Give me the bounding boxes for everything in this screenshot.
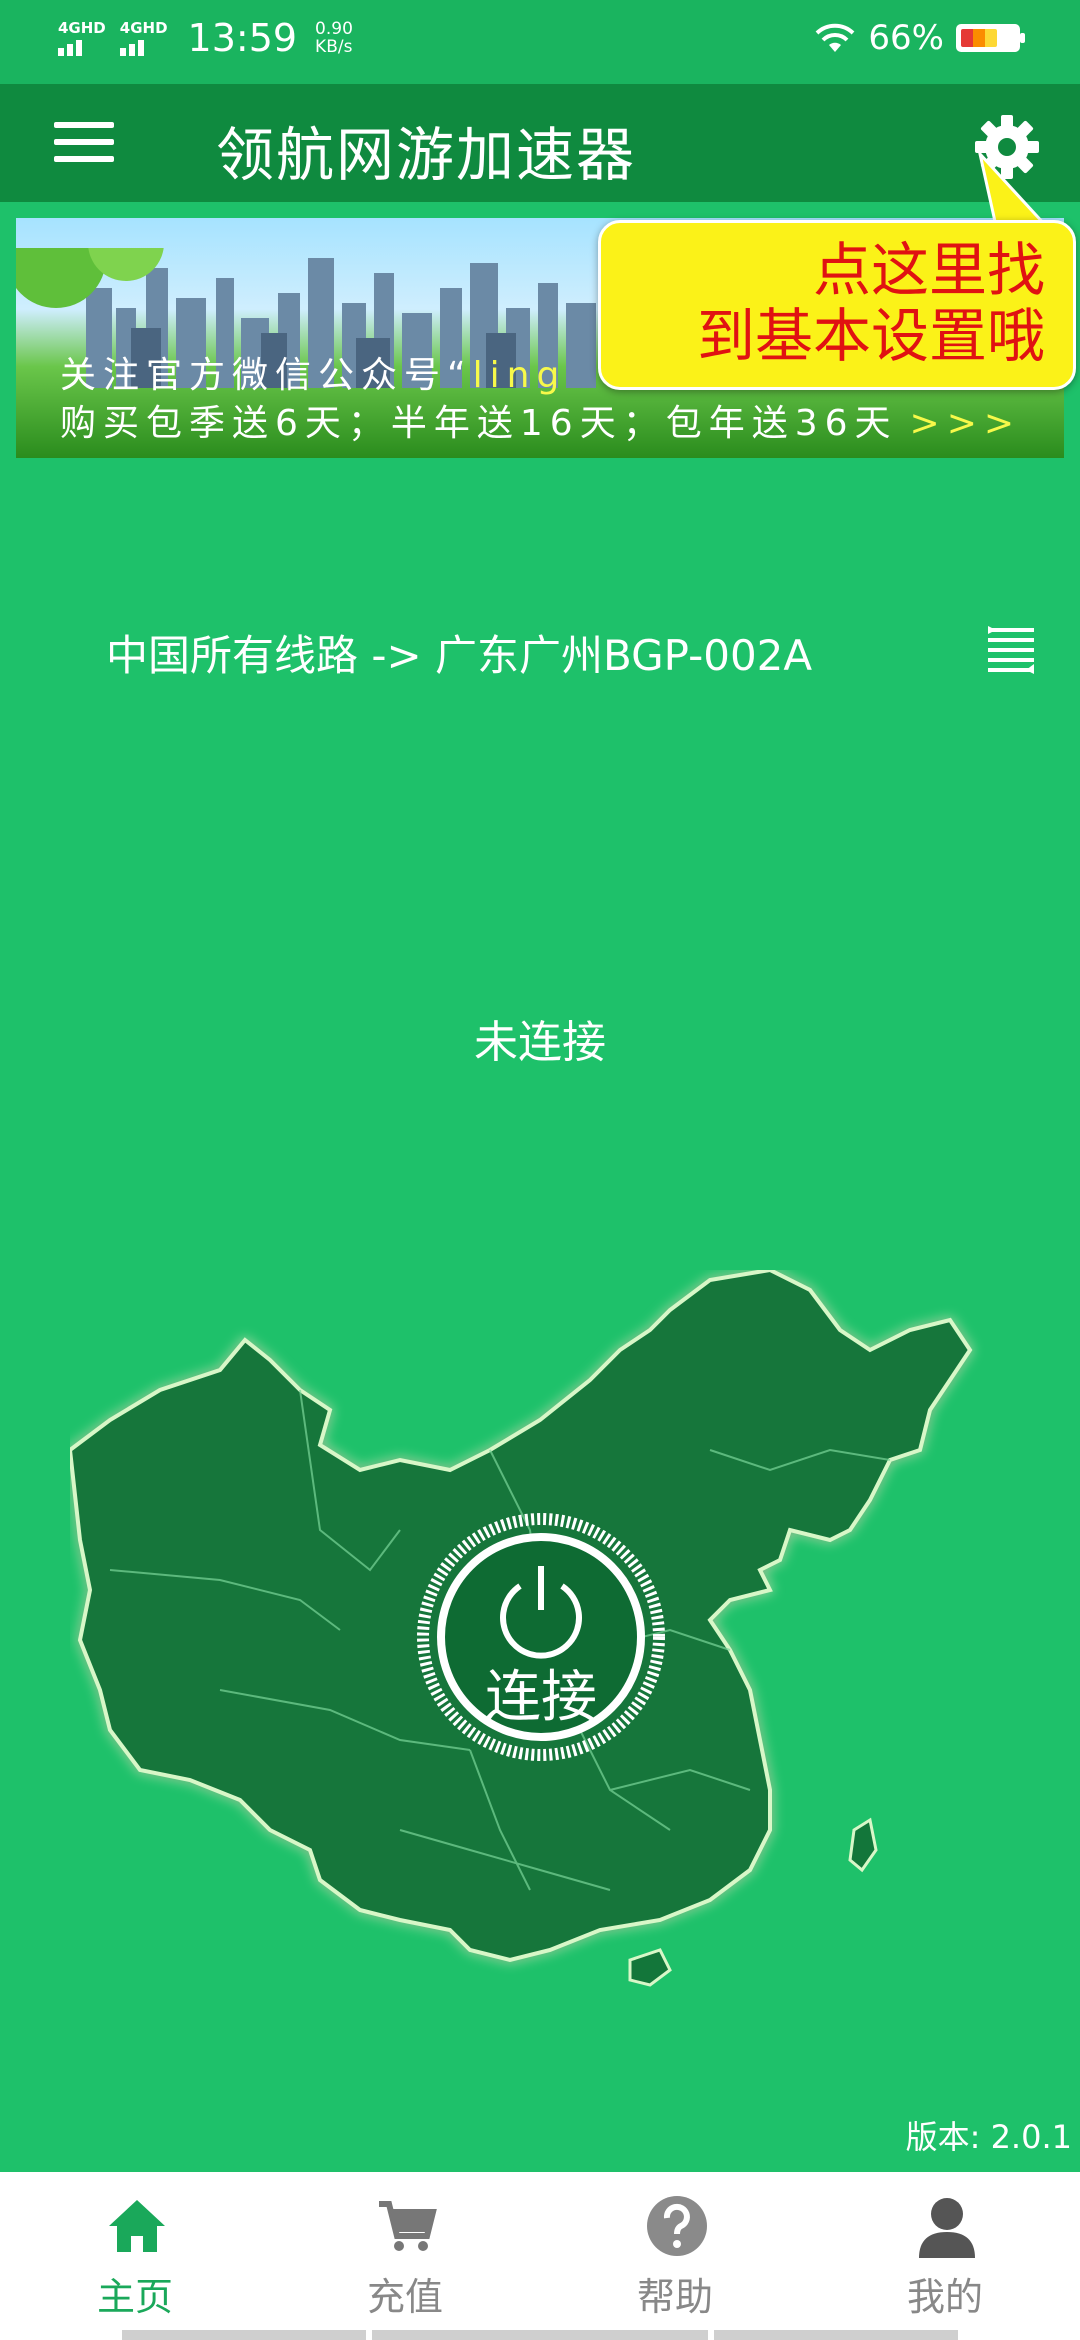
status-bar: 4GHD 4GHD 13:59 0.90 KB/s 66% <box>0 0 1080 84</box>
nav-recharge-label: 充值 <box>366 2275 443 2319</box>
hamburger-menu-icon[interactable] <box>54 122 114 166</box>
gesture-bar-segment <box>372 2330 708 2340</box>
banner-wechat-text: 关注官方微信公众号“ <box>60 355 473 396</box>
nav-home[interactable]: 主页 <box>0 2172 270 2340</box>
battery-icon <box>956 24 1025 52</box>
cart-icon <box>379 2201 437 2251</box>
wifi-icon <box>816 23 855 52</box>
connect-button[interactable]: 连接 <box>416 1512 666 1762</box>
network-type-1: 4GHD <box>58 18 106 37</box>
connect-label: 连接 <box>485 1665 597 1730</box>
status-right: 66% <box>814 18 1025 58</box>
nav-recharge[interactable]: 充值 <box>270 2172 540 2340</box>
connection-status: 未连接 <box>474 1017 606 1068</box>
tooltip-line-1: 点这里找 <box>812 236 1045 304</box>
speed-unit: KB/s <box>315 37 353 57</box>
nav-home-label: 主页 <box>96 2275 173 2319</box>
nav-mine[interactable]: 我的 <box>810 2172 1080 2340</box>
clock: 13:59 <box>187 16 298 60</box>
signal-2: 4GHD <box>119 18 168 56</box>
battery-percent: 66% <box>868 18 944 58</box>
signal-1: 4GHD <box>58 18 106 56</box>
gesture-bar-segment <box>122 2330 366 2340</box>
banner-promo-text: 购买包季送6天；半年送16天；包年送36天 <box>60 403 898 444</box>
tooltip-pointer <box>977 150 1050 228</box>
banner-more-chevrons: >>> <box>909 403 1022 444</box>
signal-bars-icon <box>58 39 82 56</box>
nav-help-label: 帮助 <box>636 2275 713 2319</box>
nav-mine-label: 我的 <box>906 2275 983 2319</box>
user-icon <box>919 2198 975 2258</box>
route-selector[interactable]: 中国所有线路 -> 广东广州BGP-002A <box>106 622 812 683</box>
help-icon <box>647 2196 707 2256</box>
app-title: 领航网游加速器 <box>216 121 637 189</box>
status-left: 4GHD 4GHD 13:59 0.90 KB/s <box>58 16 353 60</box>
speed-value: 0.90 <box>315 19 353 39</box>
network-type-2: 4GHD <box>119 18 168 37</box>
banner-wechat-id: ling <box>472 355 567 396</box>
home-icon <box>109 2200 165 2252</box>
banner-line-2: 购买包季送6天；半年送16天；包年送36天 >>> <box>60 394 1021 446</box>
route-list-icon[interactable] <box>984 624 1038 674</box>
version-text: 版本: 2.0.1 <box>905 2118 1072 2156</box>
gesture-bar-segment <box>714 2330 958 2340</box>
network-speed: 0.90 KB/s <box>315 20 353 56</box>
settings-hint-tooltip: 点这里找 到基本设置哦 <box>598 220 1076 390</box>
banner-line-1: 关注官方微信公众号“ling <box>60 346 566 398</box>
bottom-nav: 主页 充值 帮助 我的 <box>0 2172 1080 2340</box>
tooltip-line-2: 到基本设置哦 <box>696 302 1045 370</box>
app-bar: 领航网游加速器 <box>0 84 1080 202</box>
nav-help[interactable]: 帮助 <box>540 2172 810 2340</box>
signal-bars-icon <box>119 39 144 56</box>
